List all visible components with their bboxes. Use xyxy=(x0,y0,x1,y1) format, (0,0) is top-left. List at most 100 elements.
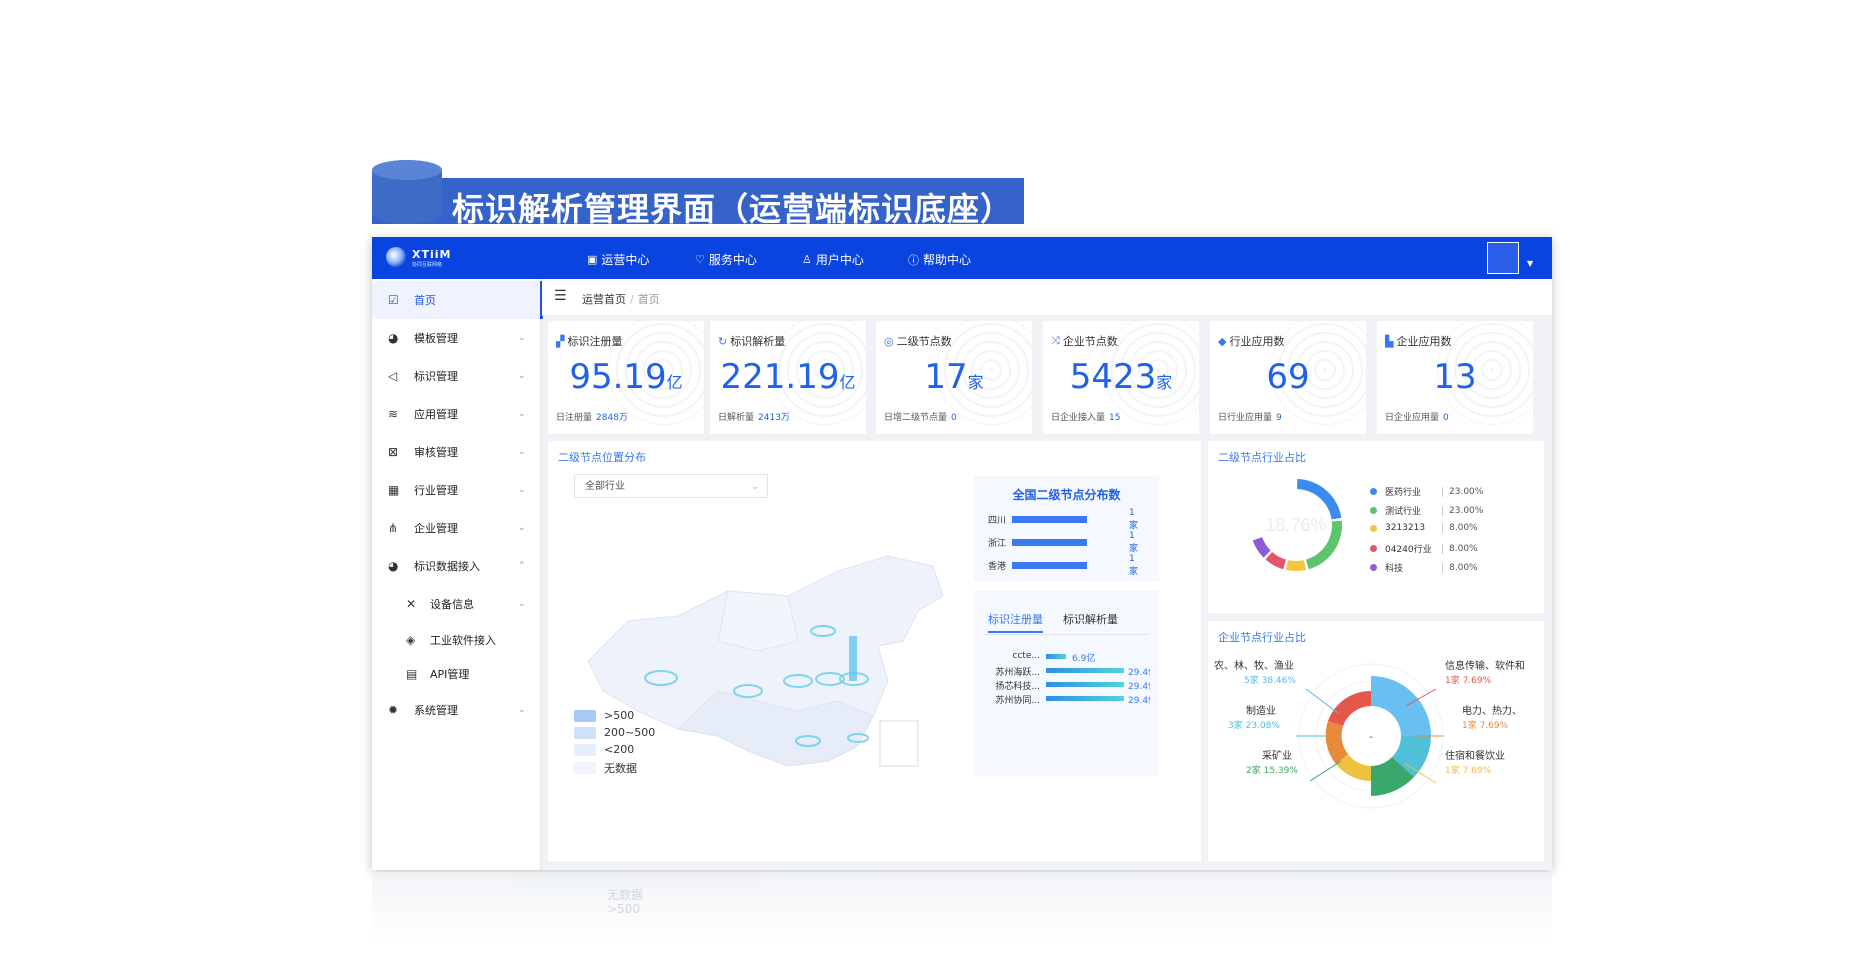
breadcrumb-separator: / xyxy=(630,293,634,306)
sidebar-item-system[interactable]: ✹ 系统管理 ⌄ xyxy=(372,691,540,729)
donut-segment[interactable] xyxy=(1285,560,1307,571)
industry-legend-item[interactable]: 医药行业 23.00% xyxy=(1370,485,1483,498)
province-name: 香港 xyxy=(988,562,1007,572)
sidebar-item-data-access[interactable]: ◕ 标识数据接入 ⌃ xyxy=(372,547,540,585)
distribution-bar xyxy=(1012,539,1087,546)
app-icon: ▙ xyxy=(1385,334,1394,348)
stat-label: 二级节点数 xyxy=(896,335,952,348)
industry-donut-chart[interactable]: 18.76% xyxy=(1242,471,1350,579)
ranking-name: ccte... xyxy=(1012,651,1040,661)
province-count: 1家 xyxy=(1129,554,1139,577)
donut-segment[interactable] xyxy=(1297,479,1342,520)
sidebar-item-enterprise[interactable]: ⋔ 企业管理 ⌄ xyxy=(372,509,540,547)
ranking-value: 29.4亿 xyxy=(1128,696,1150,706)
legend-label: 无数据 xyxy=(604,762,637,775)
chevron-down-icon[interactable]: ⌄ xyxy=(518,599,526,609)
chevron-down-icon[interactable]: ⌄ xyxy=(518,485,526,495)
chevron-down-icon[interactable]: ⌄ xyxy=(518,447,526,457)
chevron-down-icon[interactable]: ⌄ xyxy=(518,523,526,533)
enterprise-label: 农、林、牧、渔业 xyxy=(1214,661,1294,672)
top-nav-bar: XTiiM 协同互联网络 ▣ 运营中心 ♡ 服务中心 ♙ 用户中心 ⓘ 帮助中心… xyxy=(372,237,1552,279)
org-icon: ⋔ xyxy=(388,521,399,535)
legend-item[interactable]: <200 xyxy=(574,743,634,756)
nav-label: 帮助中心 xyxy=(923,253,972,267)
sidebar: ☑ 首页 ◕ 模板管理 ⌄ ◁ 标识管理 ⌄ ≋ 应用管理 ⌄ ⊠ 审核管理 ⌄… xyxy=(372,279,543,870)
legend-label: <200 xyxy=(604,743,635,756)
chevron-down-icon[interactable]: ⌄ xyxy=(518,409,526,419)
nav-operations-center[interactable]: ▣ 运营中心 xyxy=(587,251,649,268)
enterprise-label: 信息传输、软件和 xyxy=(1445,661,1525,672)
enterprise-detail: 2家 15.39% xyxy=(1246,766,1298,776)
service-icon: ♡ xyxy=(695,253,705,266)
sidebar-item-industry[interactable]: ▦ 行业管理 ⌄ xyxy=(372,471,540,509)
enterprise-rose-chart[interactable]: - xyxy=(1286,651,1456,821)
chevron-down-icon[interactable]: ⌄ xyxy=(518,371,526,381)
sidebar-item-applications[interactable]: ≋ 应用管理 ⌄ xyxy=(372,395,540,433)
nav-label: 运营中心 xyxy=(601,253,650,267)
main-content: ☰ 运营首页 / 首页 ▞ 标识注册量 95.19亿 日注册量 2848万 ↻ 标识解析量… xyxy=(542,279,1552,870)
breadcrumb-root[interactable]: 运营首页 xyxy=(582,293,626,306)
sidebar-item-label: 标识管理 xyxy=(414,370,458,383)
industry-legend-item[interactable]: 科技 8.00% xyxy=(1370,561,1478,574)
legend-dot xyxy=(1370,545,1377,552)
cylinder-decoration xyxy=(372,160,442,224)
stat-unit: 亿 xyxy=(839,373,856,392)
tab-resolutions[interactable]: 标识解析量 xyxy=(1063,611,1118,627)
logo-subtitle: 协同互联网络 xyxy=(412,262,443,268)
donut-segment[interactable] xyxy=(1252,537,1271,558)
logo-icon[interactable] xyxy=(386,247,406,267)
breadcrumb-current: 首页 xyxy=(637,293,660,306)
tab-divider xyxy=(984,634,1149,635)
node-column xyxy=(849,636,857,681)
sidebar-item-device-info[interactable]: ✕ 设备信息 ⌄ xyxy=(372,585,540,623)
legend-item[interactable]: >500 xyxy=(574,709,634,722)
industry-legend-item[interactable]: 测试行业 23.00% xyxy=(1370,504,1483,517)
legend-dot xyxy=(1370,564,1377,571)
ranking-value: 29.4亿 xyxy=(1128,682,1150,692)
industry-legend-item[interactable]: 3213213 8.00% xyxy=(1370,523,1478,533)
ranking-value: 29.4亿 xyxy=(1128,668,1150,678)
ranking-bar xyxy=(1046,682,1124,687)
enterprise-detail: 1家 7.69% xyxy=(1462,721,1509,731)
menu-toggle-icon[interactable]: ☰ xyxy=(554,288,567,304)
stat-sub-label: 日解析量 xyxy=(718,413,755,423)
distribution-title: 全国二级节点分布数 xyxy=(1012,488,1121,502)
nav-service-center[interactable]: ♡ 服务中心 xyxy=(695,251,757,268)
enterprise-label: 住宿和餐饮业 xyxy=(1445,751,1505,762)
stat-sub-label: 日企业应用量 xyxy=(1385,413,1440,423)
distribution-row: 四川 1家 xyxy=(988,508,1138,531)
stat-unit: 亿 xyxy=(666,373,683,392)
industry-legend-item[interactable]: 04240行业 8.00% xyxy=(1370,542,1478,555)
tab-registrations[interactable]: 标识注册量 xyxy=(988,611,1043,633)
node-location-panel: 二级节点位置分布 全部行业 ⌄ >500 200~500 <200 无数据 全国… xyxy=(548,441,1201,861)
industry-pct: 23.00% xyxy=(1442,486,1483,497)
chevron-up-icon[interactable]: ⌃ xyxy=(518,561,526,571)
donut-segment[interactable] xyxy=(1265,551,1287,570)
sidebar-item-software-access[interactable]: ◈ 工业软件接入 xyxy=(372,621,540,659)
legend-swatch xyxy=(574,762,596,774)
sidebar-item-label: 设备信息 xyxy=(430,598,474,611)
chevron-down-icon[interactable]: ⌄ xyxy=(518,705,526,715)
breadcrumb: 运营首页 / 首页 xyxy=(582,291,660,307)
stat-label: 行业应用数 xyxy=(1229,335,1285,348)
sidebar-item-review[interactable]: ⊠ 审核管理 ⌄ xyxy=(372,433,540,471)
nav-user-center[interactable]: ♙ 用户中心 xyxy=(802,251,864,268)
leader-line xyxy=(1309,760,1342,782)
chevron-down-icon[interactable]: ⌄ xyxy=(518,333,526,343)
sidebar-item-home[interactable]: ☑ 首页 xyxy=(372,281,543,319)
stat-card-enterprise-apps: ▙ 企业应用数 13 日企业应用量 0 xyxy=(1377,321,1533,434)
avatar[interactable] xyxy=(1487,242,1519,274)
industry-select[interactable]: 全部行业 ⌄ xyxy=(574,474,768,498)
legend-item[interactable]: 无数据 xyxy=(574,760,637,776)
ranking-bar xyxy=(1046,696,1124,701)
nav-help-center[interactable]: ⓘ 帮助中心 xyxy=(908,251,971,268)
sidebar-item-api[interactable]: ▤ API管理 xyxy=(372,655,540,693)
sidebar-item-templates[interactable]: ◕ 模板管理 ⌄ xyxy=(372,319,540,357)
caret-down-icon[interactable]: ▼ xyxy=(1527,259,1533,268)
logo-text[interactable]: XTiiM xyxy=(412,248,451,261)
enterprise-share-panel: 企业节点行业占比 - 农、林、牧、渔业 5家 38.46% 制造业 3家 23.… xyxy=(1208,621,1544,861)
sidebar-item-identifiers[interactable]: ◁ 标识管理 ⌄ xyxy=(372,357,540,395)
legend-item[interactable]: 200~500 xyxy=(574,726,655,739)
registrations-icon: ▞ xyxy=(556,334,565,348)
slide-title-banner: 标识解析管理界面（运营端标识底座） xyxy=(372,160,1024,228)
